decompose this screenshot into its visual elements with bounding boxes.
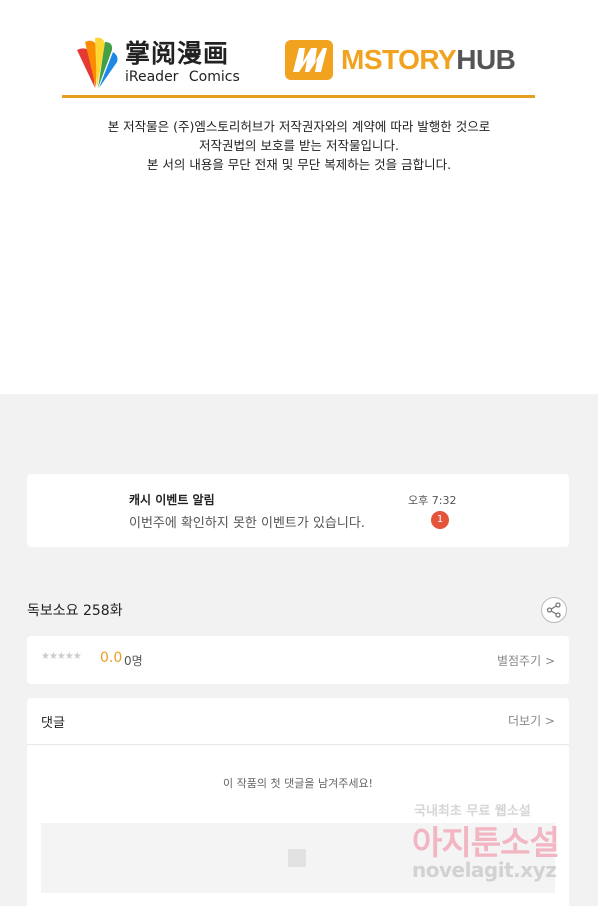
rating-bar: ★★★★★ 0.0 0명 별점주기 > [27,636,569,684]
event-title: 캐시 이벤트 알림 [129,493,215,507]
watermark: 국내최초 무료 웹소설 아지툰소설 novelagit.xyz [410,800,590,892]
notice-line: 본 저작물은 (주)엠스토리허브가 저작권자와의 계약에 따라 발행한 것으로 [107,119,491,134]
notice-line: 본 서의 내용을 무단 전재 및 무단 복제하는 것을 금합니다. [146,157,452,172]
share-icon [546,602,561,618]
divider [27,744,569,745]
mstory-mark-icon [285,40,333,80]
empty-comments-message: 이 작품의 첫 댓글을 남겨주세요! [223,777,373,790]
episode-title: 독보소요 258화 [27,603,123,619]
book-fan-icon [77,37,118,88]
mstoryhub-logo: MSTORYHUB [285,40,530,82]
event-notification[interactable]: 캐시 이벤트 알림 이번주에 확인하지 못한 이벤트가 있습니다. 오후 7:3… [27,474,569,547]
rating-count: 0명 [124,654,143,668]
copyright-notice: 본 저작물은 (주)엠스토리허브가 저작권자와의 계약에 따라 발행한 것으로 … [60,117,538,174]
comments-header: 댓글 [41,716,65,731]
share-button[interactable] [541,597,567,623]
event-time: 오후 7:32 [408,494,457,507]
mstory-name-b: HUB [456,44,516,75]
ireader-comics-logo: 掌阅漫画 iReader Comics [75,34,250,90]
star-rating: ★★★★★ [41,651,82,662]
divider [62,95,535,98]
watermark-line: novelagit.xyz [412,858,557,882]
ireader-name-zh: 掌阅漫画 [125,39,230,68]
event-description: 이번주에 확인하지 못한 이벤트가 있습니다. [129,516,365,531]
notice-line: 저작권법의 보호를 받는 저작물입니다. [199,138,399,153]
comments-more-link[interactable]: 더보기 > [508,712,555,729]
mstory-name-a: MSTORY [341,44,457,75]
unread-badge: 1 [431,511,449,529]
copyright-banner: 掌阅漫画 iReader Comics MSTORYHUB 본 저작물은 (주)… [0,0,598,394]
rating-score: 0.0 [100,650,123,666]
rate-button[interactable]: 별점주기 > [497,652,555,669]
ireader-name-en: iReader Comics [125,69,240,85]
watermark-line: 아지툰소설 [412,823,560,862]
image-placeholder-icon [288,849,306,867]
